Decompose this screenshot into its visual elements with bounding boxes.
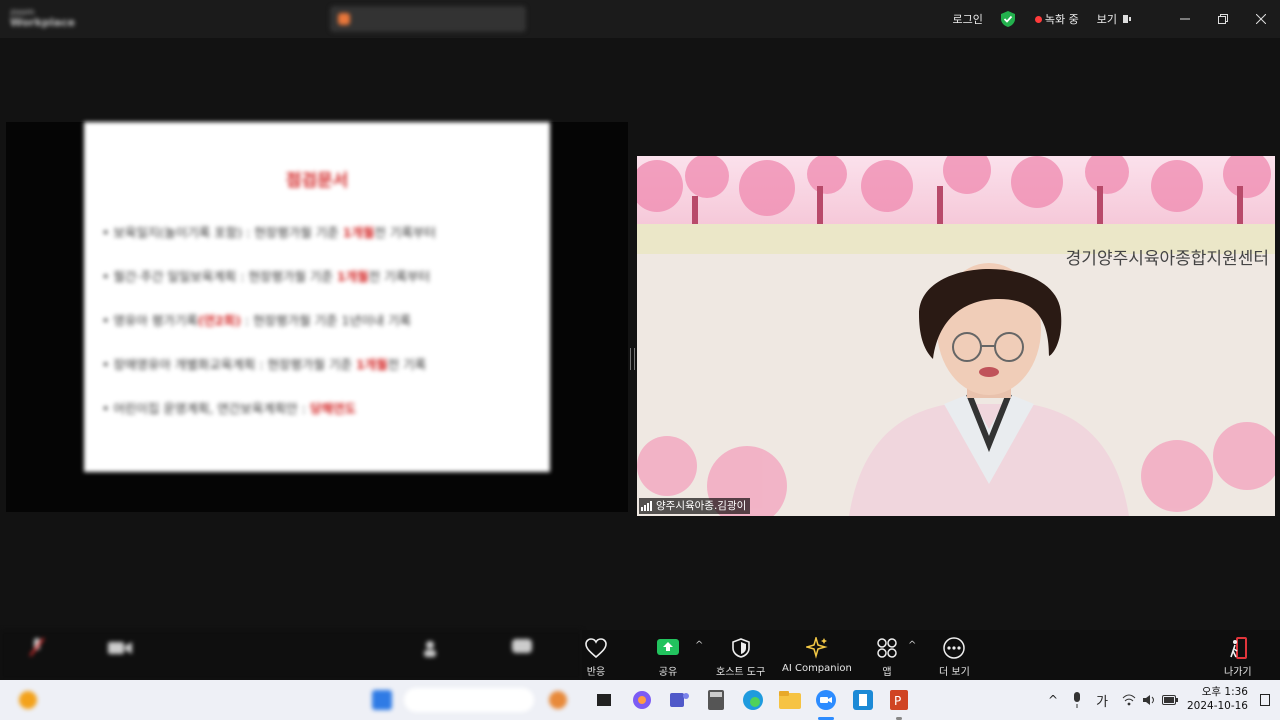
leave-label: 나가기 [1224,667,1252,678]
chat-icon [512,639,532,653]
leave-button[interactable]: 나가기 [1224,636,1252,678]
apps-label: 앱 [882,667,892,678]
volume-icon[interactable] [1142,694,1156,706]
slide-line: • 영유아 평가기록(연2회) : 현장평가월 기준 1년이내 기록 [102,313,411,328]
file-explorer-icon[interactable] [778,688,802,712]
restore-icon [1218,14,1228,24]
recording-label: 녹화 중 [1044,13,1079,26]
reactions-label: 반응 [586,667,606,678]
ai-companion-button[interactable]: AI Companion [782,636,852,674]
edge-icon[interactable] [741,688,765,712]
microphone-icon[interactable] [1072,692,1082,708]
view-layout-icon [1123,15,1131,23]
participant-video-tile[interactable]: 경기양주시육아종합지원센터 양주시육아종.김광이 [637,156,1275,516]
security-shield-icon[interactable] [1000,11,1015,27]
participants-icon [424,641,436,657]
share-label: 공유 [658,667,678,678]
battery-icon[interactable] [1162,695,1179,705]
calculator-icon[interactable] [704,688,728,712]
view-button[interactable]: 보기 [1097,11,1132,27]
shared-slide: 점검문서 • 보육일지(놀이기록 포함) : 현장평가월 기준 1개월전 기록부… [84,122,550,472]
ime-indicator[interactable]: 가 [1096,691,1108,710]
reactions-button[interactable]: 반응 [585,636,607,678]
meeting-controls: 반응 공유 ^ 호스트 도구 AI Companion 앱 ^ 더 보기 나가기 [582,630,1280,680]
apps-options-chevron-up-icon[interactable]: ^ [908,640,916,651]
mute-button[interactable] [30,636,44,660]
mic-icon [30,638,44,657]
close-window-button[interactable] [1242,0,1280,38]
clock-time: 오후 1:36 [1201,686,1248,698]
wifi-icon[interactable] [1122,694,1136,706]
reader-app-icon[interactable] [851,688,875,712]
blossom-trees-illustration [637,156,1271,234]
signal-strength-icon [641,501,652,511]
restore-button[interactable] [1204,0,1242,38]
zoom-window: zoom Workplace 로그인 녹화 중 보기 점검문서 • 보육일지(놀… [0,0,1280,720]
windows-taskbar: P ^ 가 오후 1:36 2024-10-16 [0,680,1280,720]
more-dots-icon [943,637,966,659]
app-name: Workplace [10,16,76,29]
zoom-app-icon[interactable] [814,688,838,712]
cherry-blossom-backdrop [637,156,1275,234]
title-bar: zoom Workplace 로그인 녹화 중 보기 [0,0,1280,38]
participant-person [849,263,1129,516]
search-box[interactable] [404,688,534,712]
more-button[interactable]: 더 보기 [939,636,970,678]
slide-line: • 어린이집 운영계획, 연간보육계획안 : 당해연도 [102,401,356,416]
blurred-taskbar-region [0,680,582,720]
weather-icon[interactable] [16,688,40,712]
host-tools-button[interactable]: 호스트 도구 [716,636,765,678]
sparkle-icon [805,637,828,659]
notification-icon[interactable] [1260,694,1270,706]
slide-line: • 월간·주간 일일보육계획 : 현장평가월 기준 1개월전 기록부터 [102,269,431,284]
svg-text:P: P [894,694,901,708]
host-tools-label: 호스트 도구 [716,667,766,678]
shield-icon [731,638,750,658]
chat-button[interactable] [512,636,532,660]
start-icon[interactable] [370,688,394,712]
split-divider-handle[interactable] [630,348,635,370]
recording-indicator[interactable]: 녹화 중 [1034,11,1079,27]
meeting-info-pill[interactable] [330,6,526,32]
minimize-button[interactable] [1166,0,1204,38]
clock-date: 2024-10-16 [1186,700,1248,712]
copilot-icon[interactable] [630,688,654,712]
view-label: 보기 [1096,13,1117,26]
apps-icon [877,638,897,658]
system-tray: ^ 가 [1048,680,1179,720]
participants-button[interactable] [422,636,444,660]
blurred-toolbar [0,630,582,680]
more-label: 더 보기 [939,667,970,678]
recording-dot-icon [1034,15,1042,23]
camera-icon [108,642,132,654]
taskbar-app-icon[interactable] [546,688,570,712]
teams-icon[interactable] [667,688,691,712]
slide-line: • 보육일지(놀이기록 포함) : 현장평가월 기준 1개월전 기록부터 [102,225,436,240]
task-view-icon[interactable] [592,688,616,712]
powerpoint-icon[interactable]: P [887,688,911,712]
participant-name-label: 양주시육아종.김광이 [639,498,751,514]
login-link[interactable]: 로그인 [953,11,983,27]
clock[interactable]: 오후 1:36 2024-10-16 [1187,685,1248,713]
minimize-icon [1180,18,1190,20]
share-options-chevron-up-icon[interactable]: ^ [695,640,703,651]
app-logo: zoom Workplace [10,8,75,28]
share-screen-icon [657,639,679,655]
participant-name: 양주시육아종.김광이 [656,500,747,512]
heart-icon [585,638,607,658]
tray-overflow-chevron-up-icon[interactable]: ^ [1048,693,1058,707]
apps-button[interactable]: 앱 [876,636,898,678]
leave-door-icon [1230,637,1247,659]
video-button[interactable] [108,636,132,660]
slide-title: 점검문서 [285,171,349,191]
close-icon [1256,14,1266,24]
ai-companion-label: AI Companion [782,663,852,674]
share-button[interactable]: 공유 [657,636,679,678]
slide-line: • 장애영유아 개별화교육계획 : 현장평가월 기준 1개월전 기록 [102,357,427,372]
